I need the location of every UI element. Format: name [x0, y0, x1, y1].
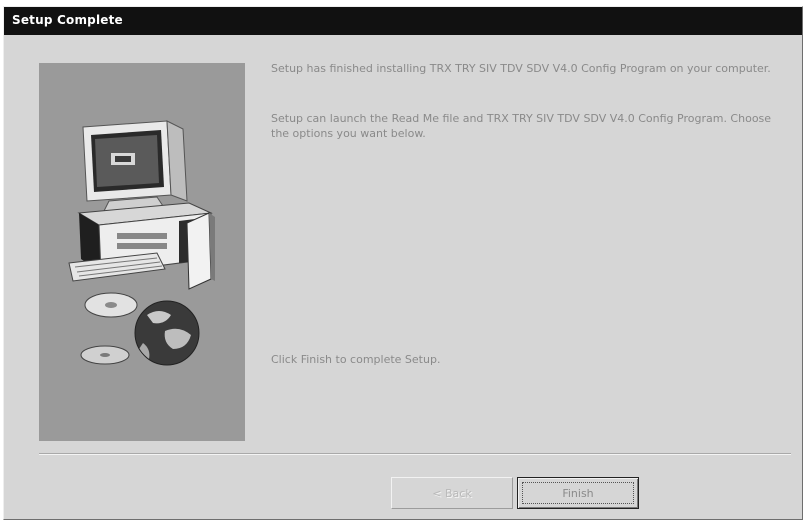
install-complete-message: Setup has finished installing TRX TRY SI…: [271, 62, 771, 75]
title-bar[interactable]: Setup Complete: [4, 7, 802, 35]
cd-icon: [80, 292, 138, 365]
button-divider: [39, 453, 791, 455]
back-button[interactable]: < Back: [391, 477, 513, 509]
launch-options-message: Setup can launch the Read Me file and TR…: [271, 112, 772, 140]
setup-illustration-panel: [39, 63, 245, 441]
focus-ring: [522, 482, 634, 504]
monitor-icon: [82, 120, 188, 214]
setup-complete-dialog: Setup Complete Setup has finished instal…: [3, 6, 803, 520]
globe-icon: [134, 300, 200, 366]
finish-button[interactable]: Finish: [517, 477, 639, 509]
computer-cd-globe-icon: [68, 120, 215, 366]
tower-icon: [186, 212, 215, 290]
window-title: Setup Complete: [12, 13, 123, 27]
finish-instruction: Click Finish to complete Setup.: [271, 353, 441, 366]
